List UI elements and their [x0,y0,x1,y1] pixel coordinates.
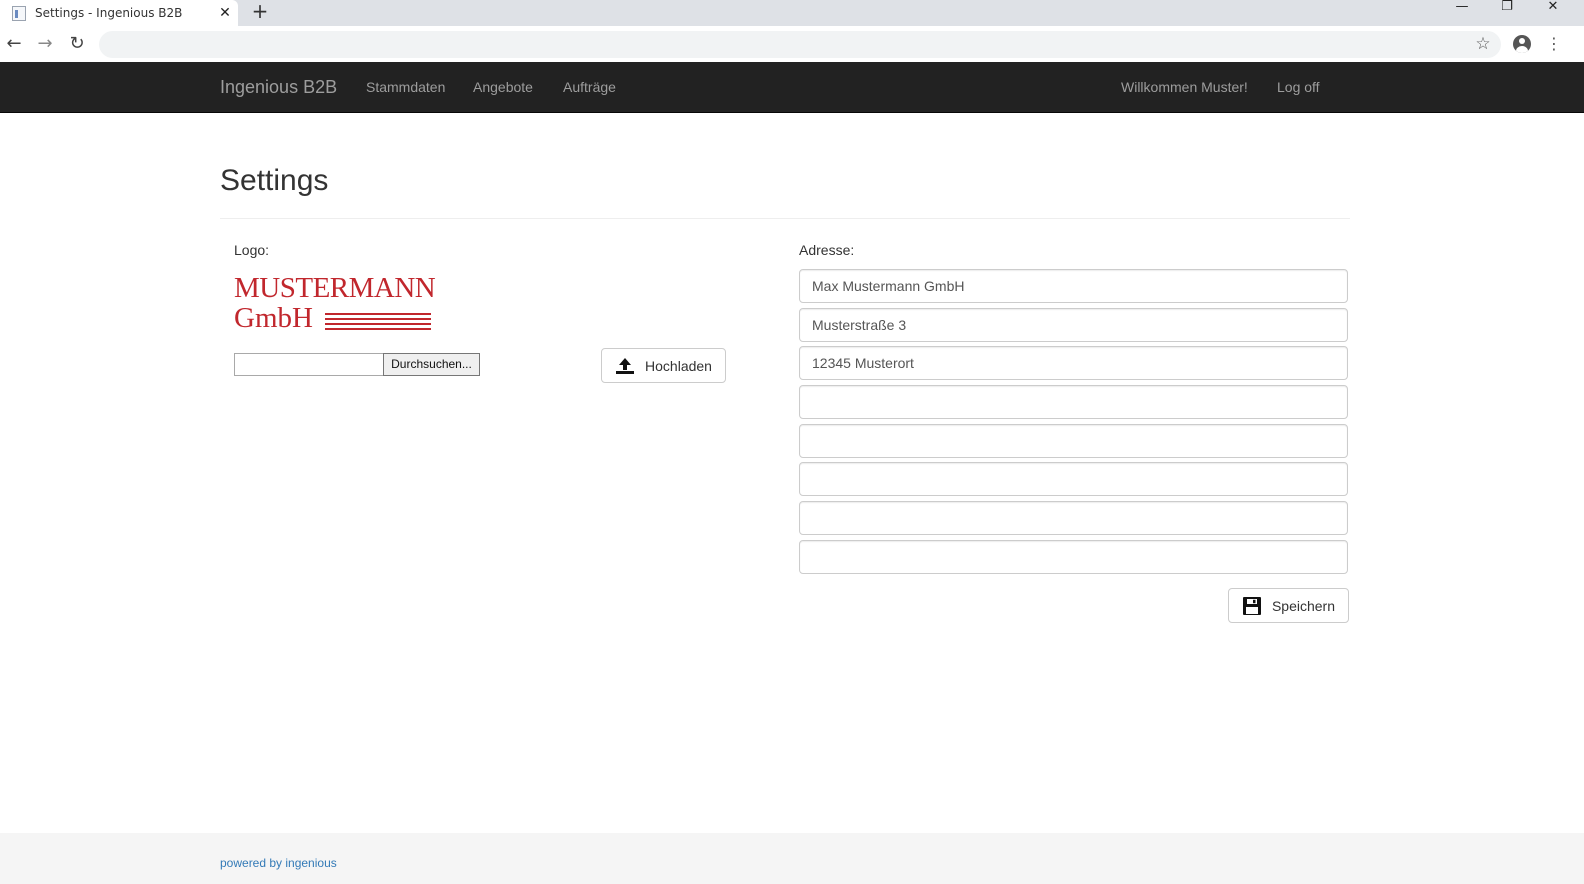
logo-line2: GmbH [234,302,313,334]
browse-button[interactable]: Durchsuchen... [383,353,480,376]
logo-label: Logo: [234,242,270,258]
address-line-7[interactable] [799,501,1348,535]
address-line-1[interactable] [799,269,1348,303]
tab-title: Settings - Ingenious B2B [35,6,183,20]
nav-auftraege[interactable]: Aufträge [563,62,616,112]
upload-button-label: Hochladen [645,357,712,374]
forward-arrow-icon[interactable]: → [32,32,58,56]
powered-by-link[interactable]: powered by ingenious [220,856,337,870]
address-line-2[interactable] [799,308,1348,342]
profile-icon[interactable] [1513,35,1531,53]
logoff-link[interactable]: Log off [1277,62,1320,112]
brand-link[interactable]: Ingenious B2B [220,62,337,112]
address-label: Adresse: [799,242,855,258]
upload-button[interactable]: Hochladen [601,348,726,383]
back-arrow-icon[interactable]: ← [1,32,27,56]
new-tab-icon[interactable]: + [248,0,272,26]
bookmark-star-icon[interactable]: ☆ [1471,32,1495,56]
page-favicon-icon [12,5,26,21]
minimize-icon[interactable]: — [1447,0,1477,16]
reload-icon[interactable]: ↻ [64,32,90,56]
browser-tab[interactable]: Settings - Ingenious B2B ✕ [0,0,238,26]
upload-icon [616,357,635,374]
window-close-icon[interactable]: ✕ [1538,0,1568,16]
logo-file-input[interactable] [234,353,384,376]
nav-angebote[interactable]: Angebote [473,62,533,112]
tab-close-icon[interactable]: ✕ [212,5,238,21]
nav-stammdaten[interactable]: Stammdaten [366,62,445,112]
address-line-5[interactable] [799,424,1348,458]
browser-toolbar: ← → ↻ ☆ ⋮ [0,26,1584,62]
address-line-6[interactable] [799,462,1348,496]
floppy-disk-icon [1242,596,1261,615]
save-button-label: Speichern [1271,597,1336,614]
site-navbar: Ingenious B2B Stammdaten Angebote Aufträ… [0,62,1584,113]
logo-stripes [325,313,431,333]
title-divider [220,218,1350,219]
company-logo: MUSTERMANN GmbH [234,272,444,336]
address-bar[interactable] [99,31,1501,58]
address-line-4[interactable] [799,385,1348,419]
restore-icon[interactable]: ❐ [1492,0,1522,16]
address-line-8[interactable] [799,540,1348,574]
browser-tab-bar: Settings - Ingenious B2B ✕ + — ❐ ✕ [0,0,1584,26]
page-footer: powered by ingenious [0,833,1584,884]
page-title: Settings [220,164,329,197]
logo-line1: MUSTERMANN [234,272,436,304]
welcome-user-link[interactable]: Willkommen Muster! [1121,62,1248,112]
address-line-3[interactable] [799,346,1348,380]
save-button[interactable]: Speichern [1228,588,1349,623]
browser-menu-icon[interactable]: ⋮ [1546,32,1562,56]
